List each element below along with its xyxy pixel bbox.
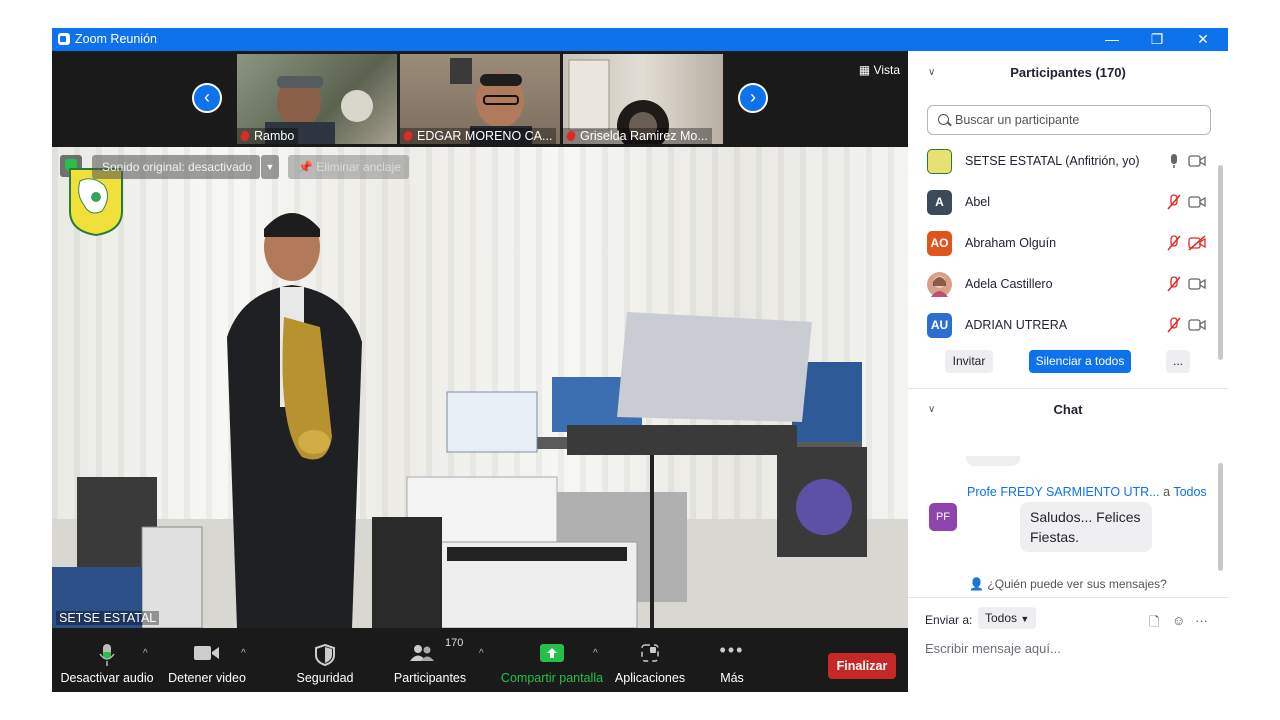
avatar: PF — [929, 503, 957, 531]
mic-on-icon[interactable] — [1166, 153, 1182, 169]
participants-more-button[interactable]: ... — [1166, 350, 1190, 373]
send-to-dropdown[interactable]: Todos ▼ — [978, 607, 1037, 629]
mute-all-button[interactable]: Silenciar a todos — [1029, 350, 1131, 373]
main-video: Sonido original: desactivado ▼ 📌 Elimina… — [52, 147, 908, 628]
chat-header: ∨ Chat — [908, 392, 1228, 428]
collapse-chevron-icon[interactable]: ∨ — [928, 392, 935, 428]
mic-muted-icon[interactable] — [1166, 235, 1182, 251]
who-can-see-messages[interactable]: 👤 ¿Quién puede ver sus mensajes? — [908, 577, 1228, 591]
emoji-icon[interactable]: ☺ — [1172, 613, 1185, 628]
camera-off-icon[interactable] — [1188, 235, 1206, 251]
audio-options-chevron[interactable]: ^ — [143, 648, 148, 659]
meeting-toolbar: Desactivar audio ^ Detener video ^ Segur… — [52, 628, 908, 692]
more-dots-icon: ••• — [719, 640, 745, 660]
mic-muted-icon[interactable] — [1166, 317, 1182, 333]
camera-on-icon[interactable] — [1188, 194, 1206, 210]
participant-thumbnail[interactable]: Rambo — [237, 54, 397, 144]
section-divider — [908, 597, 1228, 598]
camera-on-icon[interactable] — [1188, 276, 1206, 292]
person-icon: 👤 — [969, 577, 988, 591]
speaker-name: SETSE ESTATAL — [56, 611, 160, 625]
participant-row[interactable]: A Abel — [908, 182, 1218, 223]
mic-muted-icon[interactable] — [1166, 276, 1182, 292]
participant-row[interactable]: AU ADRIAN UTRERA — [908, 305, 1218, 346]
original-sound-button[interactable]: Sonido original: desactivado — [92, 155, 261, 179]
mic-muted-icon[interactable] — [1166, 194, 1182, 210]
participants-scrollbar[interactable] — [1218, 165, 1223, 360]
chevron-down-icon: ▼ — [1020, 614, 1030, 624]
participants-header: ∨ Participantes (170) — [908, 55, 1228, 91]
apps-icon — [641, 644, 659, 662]
share-screen-icon — [540, 644, 564, 662]
pin-icon: 📌 — [298, 160, 317, 174]
apps-button[interactable]: Aplicaciones — [610, 628, 690, 692]
participants-button[interactable]: 170 Participantes — [390, 628, 470, 692]
avatar — [927, 272, 952, 297]
avatar: AU — [927, 313, 952, 338]
avatar: AO — [927, 231, 952, 256]
grid-icon: ▦ — [858, 63, 874, 77]
more-dots-icon[interactable]: ··· — [1195, 613, 1208, 628]
thumbnail-name: Rambo — [237, 128, 299, 144]
video-area: ‹ Rambo EDGAR MORENO CA... Griselda Rami… — [52, 51, 908, 628]
microphone-icon — [99, 644, 115, 666]
title-bar: Zoom Reunión — ❐ ✕ — [52, 28, 1228, 51]
muted-mic-icon — [239, 129, 251, 143]
avatar: A — [927, 190, 952, 215]
zoom-logo-icon — [58, 33, 70, 45]
prev-page-button[interactable]: ‹ — [192, 83, 222, 113]
muted-mic-icon — [565, 129, 577, 143]
video-options-chevron[interactable]: ^ — [241, 648, 246, 659]
original-sound-dropdown[interactable]: ▼ — [261, 155, 279, 179]
chat-scrollbar[interactable] — [1218, 463, 1223, 571]
view-button[interactable]: ▦ Vista — [859, 63, 900, 77]
more-button[interactable]: ••• Más — [702, 628, 762, 692]
file-icon[interactable]: 🗋 — [1149, 613, 1159, 635]
share-options-chevron[interactable]: ^ — [593, 648, 598, 659]
shield-icon — [315, 644, 335, 666]
participant-search-input[interactable]: Buscar un participante — [927, 105, 1211, 135]
security-button[interactable]: Seguridad — [285, 628, 365, 692]
chat-message-bubble: Saludos... Felices Fiestas. — [1020, 502, 1152, 552]
camera-on-icon[interactable] — [1188, 317, 1206, 333]
next-page-button[interactable]: › — [738, 83, 768, 113]
stop-video-button[interactable]: Detener video — [167, 628, 247, 692]
participant-row[interactable]: Adela Castillero — [908, 264, 1218, 305]
camera-on-icon[interactable] — [1188, 153, 1206, 169]
speaker-video-image — [52, 213, 908, 628]
zoom-window: Zoom Reunión — ❐ ✕ ‹ Rambo EDGAR MORENO … — [52, 28, 1228, 692]
mute-audio-button[interactable]: Desactivar audio — [60, 628, 154, 692]
participant-row[interactable]: AO Abraham Olguín — [908, 223, 1218, 264]
search-icon — [938, 114, 949, 125]
minimize-button[interactable]: — — [1090, 29, 1134, 50]
participants-options-chevron[interactable]: ^ — [479, 648, 484, 659]
chat-message-sender: Profe FREDY SARMIENTO UTR... a Todos — [967, 485, 1207, 499]
invite-button[interactable]: Invitar — [945, 350, 993, 373]
section-divider — [908, 388, 1228, 389]
participant-thumbnail[interactable]: EDGAR MORENO CA... — [400, 54, 560, 144]
collapse-chevron-icon[interactable]: ∨ — [928, 55, 935, 91]
end-meeting-button[interactable]: Finalizar — [828, 653, 896, 679]
participant-row[interactable]: SETSE ESTATAL (Anfitrión, yo) — [908, 141, 1218, 182]
unpin-button[interactable]: 📌 Eliminar anclaje — [288, 155, 409, 179]
participants-icon — [410, 645, 434, 661]
thumbnail-name: Griselda Ramirez Mo... — [563, 128, 712, 144]
thumbnail-name: EDGAR MORENO CA... — [400, 128, 557, 144]
previous-message-bubble — [966, 456, 1020, 466]
side-panel: ∨ Participantes (170) Buscar un particip… — [908, 51, 1228, 692]
avatar — [927, 149, 952, 174]
video-camera-icon — [194, 646, 219, 660]
maximize-button[interactable]: ❐ — [1135, 29, 1179, 50]
share-screen-button[interactable]: Compartir pantalla — [501, 628, 603, 692]
muted-mic-icon — [402, 129, 414, 143]
participant-thumbnail[interactable]: Griselda Ramirez Mo... — [563, 54, 723, 144]
chat-message-input[interactable]: Escribir mensaje aquí... — [925, 641, 1061, 656]
thumbnail-strip: ‹ Rambo EDGAR MORENO CA... Griselda Rami… — [52, 51, 908, 147]
send-to-label: Enviar a: — [925, 613, 973, 627]
close-button[interactable]: ✕ — [1181, 29, 1225, 50]
participant-count: 170 — [445, 637, 464, 649]
window-title: Zoom Reunión — [75, 32, 157, 46]
